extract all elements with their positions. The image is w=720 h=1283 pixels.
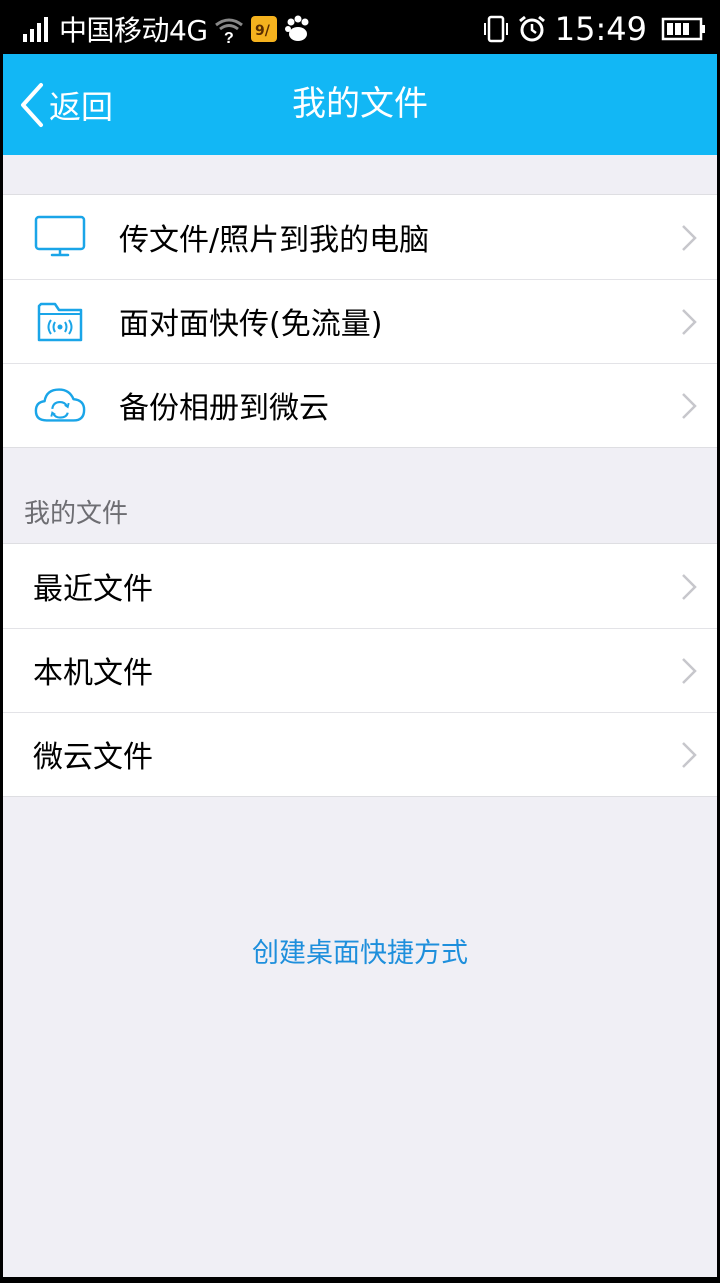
chevron-right-icon	[682, 393, 697, 419]
signal-icon	[19, 14, 53, 44]
computer-icon	[33, 213, 87, 261]
chevron-right-icon	[682, 742, 697, 768]
qq-notification-icon: 9/	[250, 15, 278, 43]
list-item-label: 传文件/照片到我的电脑	[119, 223, 430, 258]
status-bar: 中国移动4G ? 9/ 15:49	[3, 3, 717, 54]
status-bar-right: 15:49	[475, 3, 707, 54]
chevron-right-icon	[682, 309, 697, 335]
baidu-icon	[284, 15, 312, 43]
chevron-right-icon	[682, 658, 697, 684]
list-item-recent-files[interactable]: 最近文件	[3, 544, 717, 628]
list-item-label: 微云文件	[33, 740, 153, 775]
list-item-label: 最近文件	[33, 572, 153, 607]
back-label: 返回	[49, 87, 114, 126]
my-files-list: 最近文件 本机文件 微云文件	[3, 543, 717, 797]
vibrate-icon	[481, 14, 511, 44]
transfer-options-list: 传文件/照片到我的电脑 面对面快传(免流量) 备份相册到微云	[3, 194, 717, 448]
carrier-name: 中国移动4G	[59, 13, 208, 47]
folder-wireless-icon	[33, 297, 87, 345]
list-item-weiyun-files[interactable]: 微云文件	[3, 712, 717, 796]
list-item-label: 备份相册到微云	[119, 391, 329, 426]
list-item-transfer-to-computer[interactable]: 传文件/照片到我的电脑	[3, 195, 717, 279]
svg-text:?: ?	[224, 30, 234, 44]
list-item-local-files[interactable]: 本机文件	[3, 628, 717, 712]
phone-screen: 中国移动4G ? 9/ 15:49 返回 我的文件 传文件/照片到我的电脑 面对…	[3, 3, 717, 1277]
wifi-icon: ?	[214, 14, 244, 44]
back-chevron-icon	[17, 81, 47, 129]
create-desktop-shortcut-link[interactable]: 创建桌面快捷方式	[3, 931, 717, 970]
battery-icon	[661, 16, 707, 42]
status-bar-left: 中国移动4G ? 9/	[13, 3, 312, 54]
clock: 15:49	[554, 9, 647, 48]
list-item-backup-album[interactable]: 备份相册到微云	[3, 363, 717, 447]
back-button[interactable]: 返回	[17, 54, 113, 155]
chevron-right-icon	[682, 574, 697, 600]
cloud-sync-icon	[33, 381, 87, 429]
section-header-my-files: 我的文件	[24, 499, 129, 529]
chevron-right-icon	[682, 225, 697, 251]
alarm-icon	[517, 14, 547, 44]
nav-bar: 返回 我的文件	[3, 54, 717, 155]
list-item-label: 面对面快传(免流量)	[119, 307, 383, 342]
list-item-face-to-face-transfer[interactable]: 面对面快传(免流量)	[3, 279, 717, 363]
list-item-label: 本机文件	[33, 656, 153, 691]
svg-text:9/: 9/	[255, 23, 271, 39]
